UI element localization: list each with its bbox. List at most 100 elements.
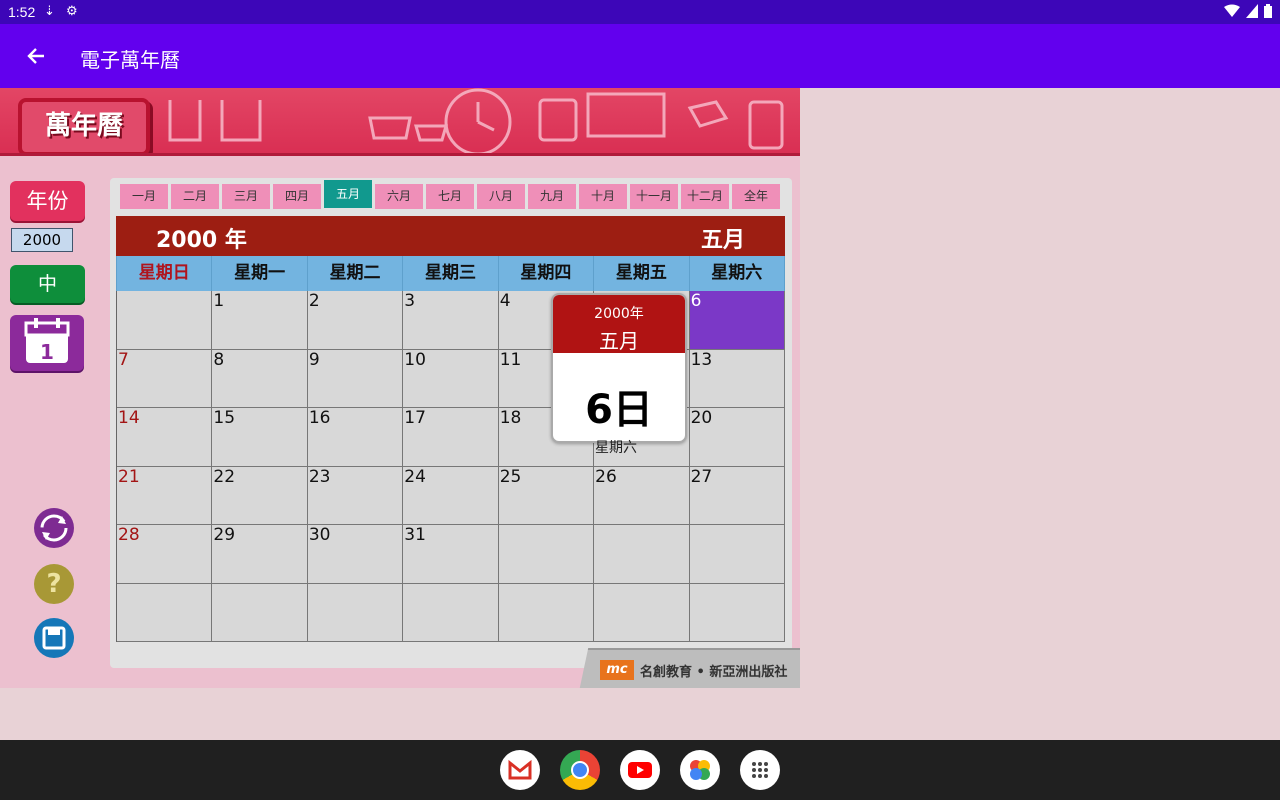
month-tab[interactable]: 五月 <box>324 180 372 208</box>
day-cell[interactable]: 31 <box>403 525 499 584</box>
month-tab[interactable]: 七月 <box>426 184 474 209</box>
day-cell[interactable] <box>689 583 785 642</box>
photos-icon <box>690 760 710 780</box>
today-button[interactable]: 1 <box>10 315 84 371</box>
day-detail-header: 2000年 五月 <box>553 295 685 353</box>
weekday-label: 星期六 <box>690 256 785 291</box>
day-cell[interactable] <box>212 583 308 642</box>
day-cell[interactable]: 27 <box>689 466 785 525</box>
arrow-left-icon <box>27 48 44 64</box>
weekday-label: 星期五 <box>594 256 690 291</box>
day-detail-card: 2000年 五月 6日 <box>551 293 687 443</box>
calendar-icon-day: 1 <box>40 340 54 364</box>
day-cell[interactable]: 7 <box>117 349 213 408</box>
save-button[interactable] <box>34 618 74 658</box>
month-tab[interactable]: 六月 <box>375 184 423 209</box>
chrome-app[interactable] <box>560 750 600 790</box>
navigation-bar <box>0 740 1280 800</box>
day-cell[interactable]: 24 <box>403 466 499 525</box>
day-detail-day: 6日 <box>585 387 653 433</box>
youtube-app[interactable] <box>620 750 660 790</box>
help-button[interactable]: ? <box>34 564 74 604</box>
app-drawer[interactable] <box>740 750 780 790</box>
back-button[interactable] <box>20 40 52 72</box>
day-cell[interactable]: 17 <box>403 408 499 467</box>
refresh-button[interactable] <box>34 508 74 548</box>
day-cell[interactable]: 21 <box>117 466 213 525</box>
day-cell[interactable]: 15 <box>212 408 308 467</box>
day-cell[interactable]: 22 <box>212 466 308 525</box>
day-cell[interactable]: 10 <box>403 349 499 408</box>
chrome-icon <box>571 761 589 779</box>
year-input[interactable]: 2000 <box>11 228 73 252</box>
gmail-app[interactable] <box>500 750 540 790</box>
day-cell[interactable] <box>498 583 595 642</box>
day-cell[interactable] <box>117 291 213 350</box>
download-icon: ⇣ <box>44 3 55 18</box>
year-button[interactable]: 年份 <box>10 181 85 221</box>
month-tab[interactable]: 二月 <box>171 184 219 209</box>
publisher-name: 名創教育 • 新亞洲出版社 <box>640 664 788 680</box>
calendar-header: 2000 年 五月 <box>116 216 785 256</box>
day-cell[interactable]: 1 <box>212 291 308 350</box>
day-cell[interactable]: 26 <box>594 466 690 525</box>
status-bar: 1:52 ⇣ ⚙ <box>0 0 1280 24</box>
weekday-label: 星期日 <box>117 256 213 291</box>
banner: 萬年曆 <box>0 88 800 156</box>
photos-app[interactable] <box>680 750 720 790</box>
day-cell[interactable]: 13 <box>689 349 785 408</box>
month-tab[interactable]: 十二月 <box>681 184 729 209</box>
day-cell[interactable]: 28 <box>117 525 213 584</box>
month-tab[interactable]: 八月 <box>477 184 525 209</box>
day-cell[interactable]: 2 <box>307 291 404 350</box>
day-cell[interactable] <box>498 525 595 584</box>
day-cell[interactable]: 20 <box>689 408 785 467</box>
month-tab[interactable]: 全年 <box>732 184 780 209</box>
wifi-icon <box>1224 4 1240 17</box>
day-cell[interactable] <box>307 583 404 642</box>
weekday-label: 星期三 <box>403 256 499 291</box>
weekday-label: 星期一 <box>212 256 308 291</box>
day-cell[interactable]: 23 <box>307 466 404 525</box>
battery-icon <box>1264 4 1272 18</box>
gmail-icon <box>508 759 532 780</box>
day-cell[interactable]: 29 <box>212 525 308 584</box>
day-cell[interactable] <box>689 525 785 584</box>
day-cell[interactable]: 14 <box>117 408 213 467</box>
day-cell[interactable] <box>403 583 499 642</box>
floppy-icon <box>42 626 66 650</box>
day-cell[interactable] <box>594 525 690 584</box>
month-tab[interactable]: 三月 <box>222 184 270 209</box>
banner-decoration <box>168 88 784 153</box>
day-cell[interactable] <box>594 583 690 642</box>
youtube-icon <box>628 762 652 778</box>
day-cell[interactable]: 6 <box>689 291 785 350</box>
day-detail-month: 五月 <box>599 329 639 353</box>
app-title: 電子萬年曆 <box>80 48 180 72</box>
month-tab[interactable]: 四月 <box>273 184 321 209</box>
refresh-icon <box>40 514 68 542</box>
settings-icon: ⚙ <box>66 3 78 18</box>
day-cell[interactable]: 9 <box>307 349 404 408</box>
calendar-app: 萬年曆 年份 2000 中 1 ? 一月 二月 三月 四月 五月 六月 七月 八月 九月 十月 十一… <box>0 88 800 688</box>
weekday-label: 星期二 <box>308 256 404 291</box>
calendar-icon: 1 <box>24 318 70 364</box>
month-tab[interactable]: 九月 <box>528 184 576 209</box>
signal-icon <box>1246 4 1258 18</box>
grid-dots-icon <box>752 762 768 778</box>
day-cell[interactable]: 3 <box>403 291 499 350</box>
month-tab[interactable]: 十一月 <box>630 184 678 209</box>
month-tab[interactable]: 十月 <box>579 184 627 209</box>
day-cell[interactable]: 8 <box>212 349 308 408</box>
status-indicators <box>1224 4 1272 18</box>
size-button[interactable]: 中 <box>10 265 85 303</box>
day-cell[interactable]: 25 <box>498 466 595 525</box>
day-cell[interactable]: 16 <box>307 408 404 467</box>
banner-logo: 萬年曆 <box>18 98 150 153</box>
day-cell[interactable]: 30 <box>307 525 404 584</box>
day-detail-year: 2000年 <box>594 306 644 322</box>
footer-content: mc 名創教育 • 新亞洲出版社 <box>600 660 787 680</box>
day-cell[interactable] <box>117 583 213 642</box>
status-time: 1:52 <box>8 4 36 20</box>
month-tab[interactable]: 一月 <box>120 184 168 209</box>
